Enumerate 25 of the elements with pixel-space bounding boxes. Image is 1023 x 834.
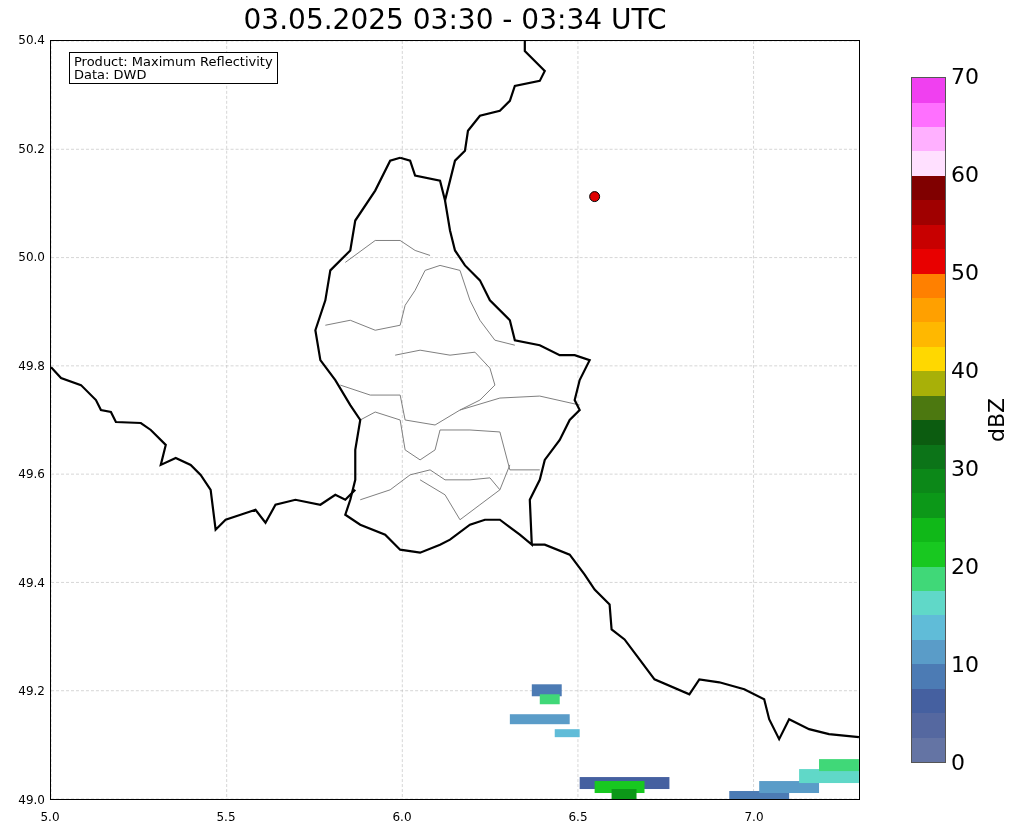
legend-text: Data: DWD — [74, 68, 148, 81]
colorbar-tick-label: 20 — [951, 554, 979, 580]
y-tick-label: 50.4 — [18, 33, 45, 47]
y-tick-label: 49.8 — [18, 358, 45, 373]
colorbar-tick-label: 0 — [951, 750, 966, 776]
y-tick-label: 49.4 — [18, 575, 45, 590]
y-tick-label: 49.2 — [18, 684, 45, 699]
colorbar-tick-label: 60 — [951, 162, 979, 188]
legend-text: Product: Maximum Reflectivity — [74, 55, 273, 68]
colorbar-label: dBZ — [984, 397, 1010, 443]
x-tick-label: 5.0 — [39, 809, 61, 826]
colorbar-tick-label: 30 — [951, 456, 979, 482]
chart-title: 03.05.2025 03:30 - 03:34 UTC — [243, 3, 667, 37]
x-tick-label: 7.0 — [743, 809, 765, 826]
x-tick-label: 5.5 — [215, 809, 237, 826]
y-tick-label: 50.2 — [18, 141, 45, 156]
colorbar-tick-label: 40 — [951, 358, 979, 384]
y-tick-label: 49.0 — [18, 792, 45, 807]
colorbar-tick-label: 50 — [951, 260, 979, 286]
y-tick-label: 50.0 — [18, 250, 45, 265]
colorbar-tick-label: 10 — [951, 652, 979, 678]
colorbar-tick-label: 70 — [951, 64, 979, 90]
x-tick-label: 6.0 — [391, 809, 413, 826]
y-tick-label: 49.6 — [18, 467, 45, 482]
x-tick-label: 6.5 — [567, 809, 589, 826]
